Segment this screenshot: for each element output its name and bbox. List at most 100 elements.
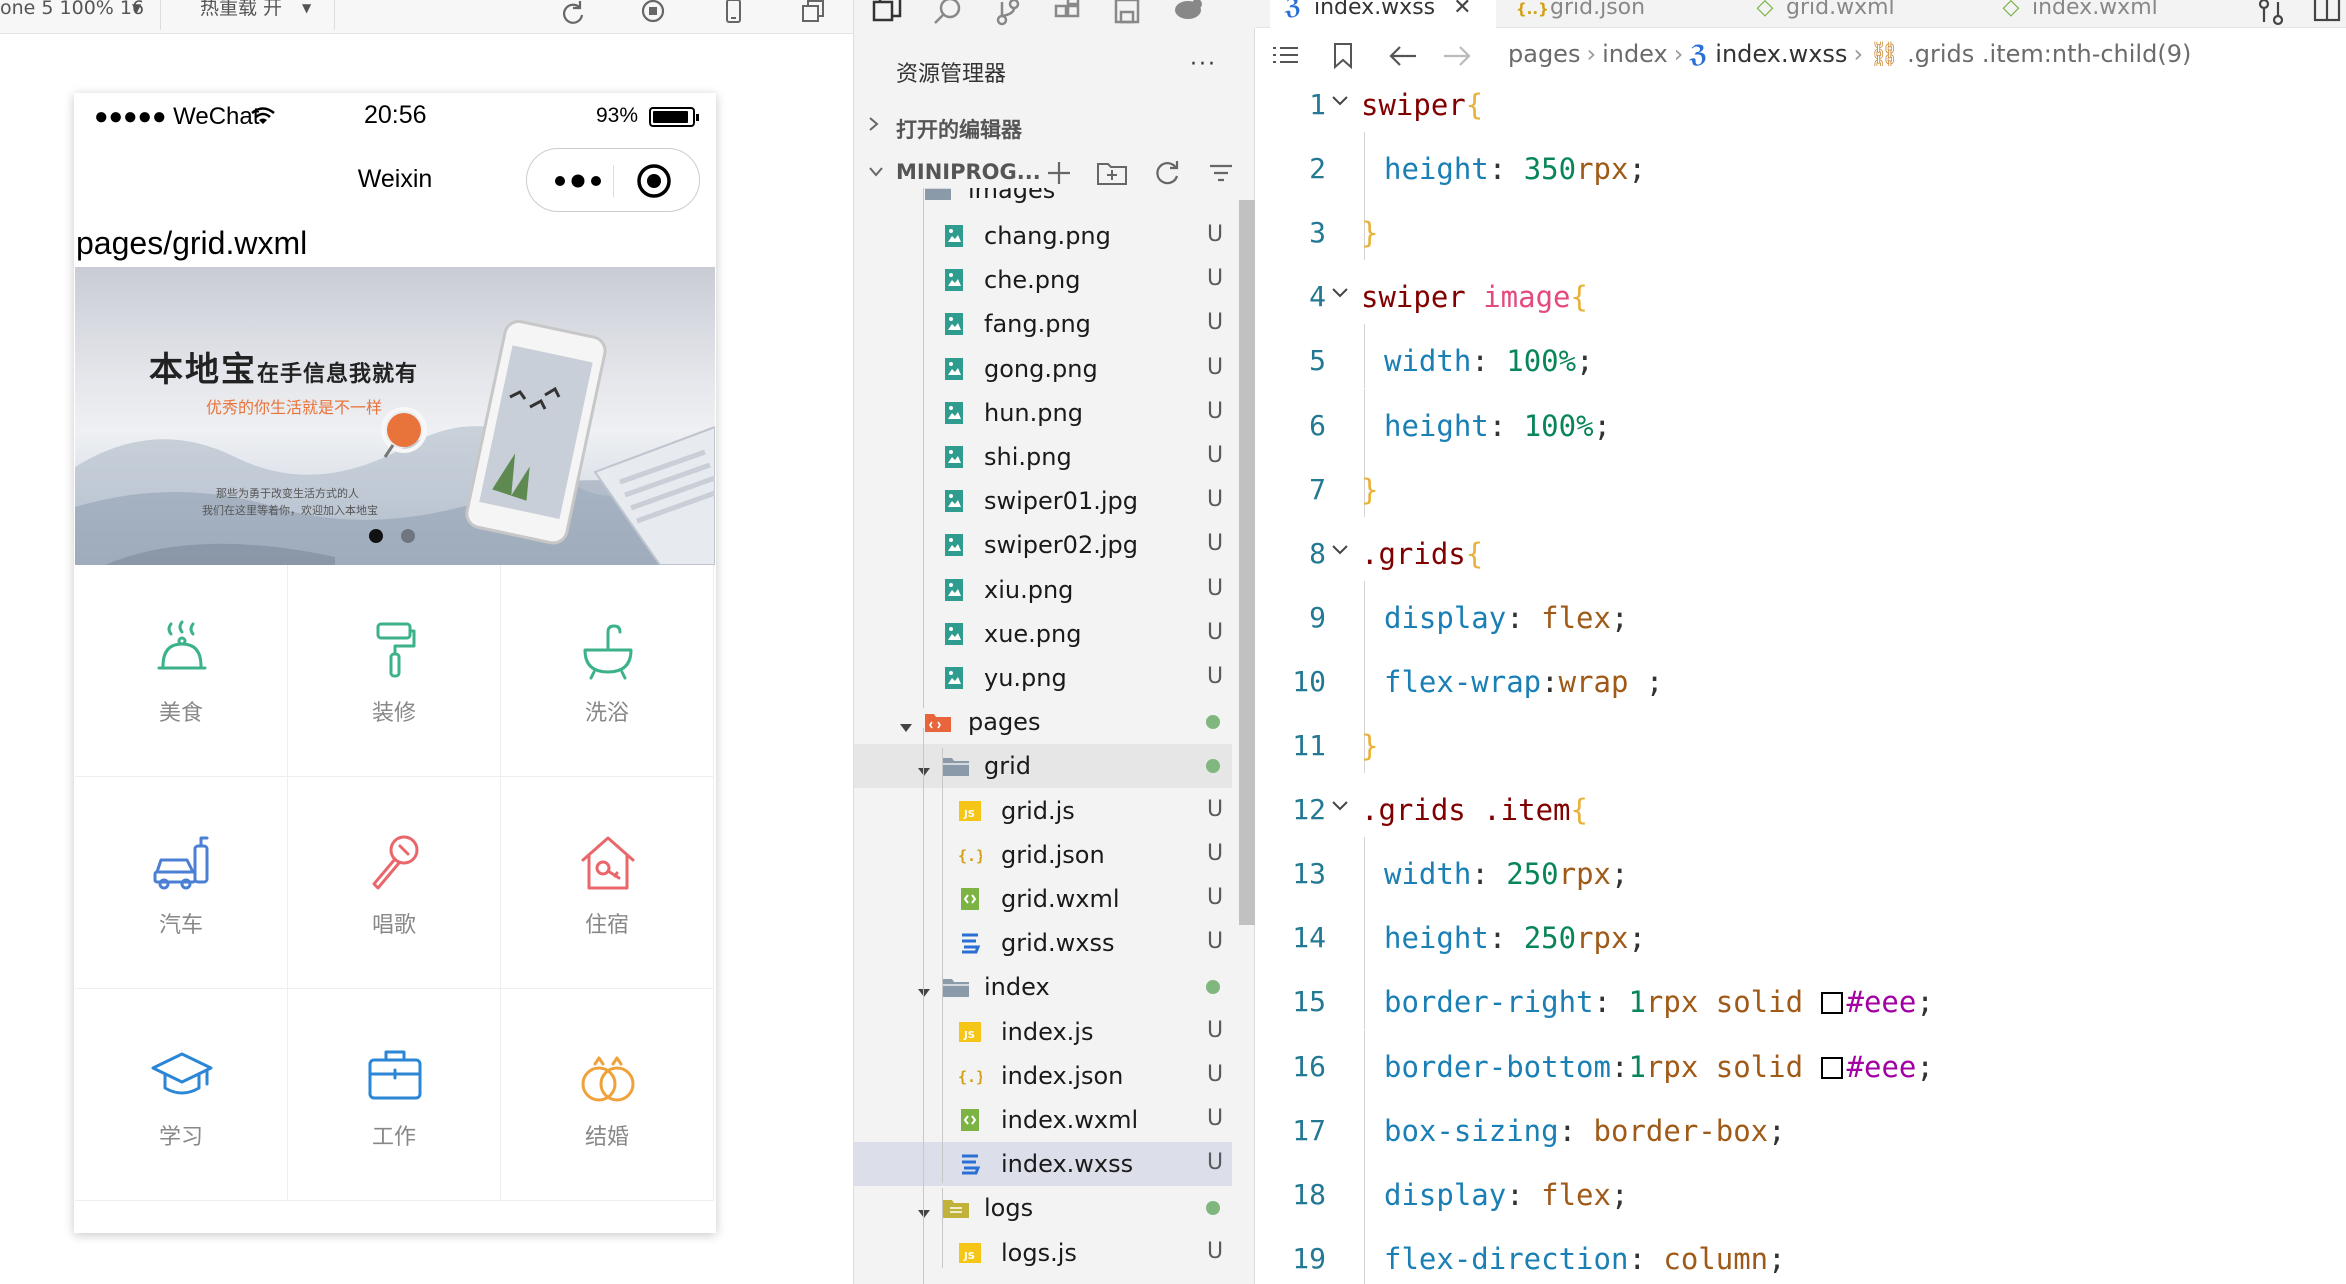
open-editors-section[interactable]: 打开的编辑器	[854, 106, 1256, 146]
split-editor-icon[interactable]	[2312, 0, 2342, 26]
breadcrumb-item[interactable]: .grids .item:nth-child(9)	[1907, 40, 2191, 68]
device-selector[interactable]: one 5 100% 16	[0, 0, 144, 18]
tree-file-grid-wxss[interactable]: grid.wxss U	[854, 921, 1232, 965]
grid-item[interactable]: 学习	[75, 989, 288, 1201]
swiper-dot[interactable]	[401, 529, 415, 543]
breadcrumb-item[interactable]: index	[1602, 40, 1668, 68]
code-line[interactable]: 16 border-bottom:1rpx solid #eee;	[1256, 1029, 2346, 1114]
tree-folder-index[interactable]: index	[854, 965, 1232, 1009]
copy-window-icon[interactable]	[796, 0, 830, 26]
code-line[interactable]: 15 border-right: 1rpx solid #eee;	[1256, 965, 2346, 1049]
fold-chevron-icon[interactable]	[1330, 789, 1350, 811]
new-folder-icon[interactable]	[1096, 158, 1128, 188]
close-tab-icon[interactable]: ✕	[1453, 0, 1471, 20]
more-dots-icon[interactable]	[553, 167, 603, 195]
tree-file-swiper02-jpg[interactable]: swiper02.jpg U	[854, 523, 1232, 567]
code-line[interactable]: 18 display: flex;	[1256, 1157, 2346, 1242]
color-swatch[interactable]	[1820, 992, 1843, 1015]
tab-index-wxml[interactable]: ◇ index.wxml	[1988, 0, 2224, 28]
tree-file-xue-png[interactable]: xue.png U	[854, 612, 1232, 656]
compare-icon[interactable]	[2256, 0, 2286, 26]
fold-chevron-icon[interactable]	[1330, 276, 1350, 298]
tab-grid-json[interactable]: {..}grid.json	[1506, 0, 1732, 28]
tree-file-swiper01-jpg[interactable]: swiper01.jpg U	[854, 479, 1232, 523]
search-icon[interactable]	[930, 0, 966, 26]
tree-file-chang-png[interactable]: chang.png U	[854, 214, 1232, 258]
tree-folder-logs[interactable]: logs	[854, 1186, 1232, 1230]
tree-file-xiu-png[interactable]: xiu.png U	[854, 568, 1232, 612]
color-swatch[interactable]	[1820, 1056, 1843, 1079]
project-section[interactable]: MINIPROG...	[854, 152, 1256, 192]
extensions-icon[interactable]	[1050, 0, 1086, 26]
code-line[interactable]: 1 swiper{	[1256, 88, 2346, 152]
tree-folder-images[interactable]: images	[854, 188, 1232, 212]
explorer-scrollbar[interactable]	[1239, 200, 1255, 925]
code-line[interactable]: 10 flex-wrap:wrap ;	[1256, 644, 2346, 729]
tree-file-index-json[interactable]: {.} index.json U	[854, 1054, 1232, 1098]
code-line[interactable]: 5 width: 100%;	[1256, 324, 2346, 408]
tree-file-shi-png[interactable]: shi.png U	[854, 435, 1232, 479]
tree-file-grid-js[interactable]: JS grid.js U	[854, 789, 1232, 833]
swiper-banner[interactable]: 本地宝在手信息我就有 优秀的你生活就是不一样 那些为勇于改变生活方式的人 我们在…	[75, 267, 715, 565]
tree-file-index-js[interactable]: JS index.js U	[854, 1010, 1232, 1054]
tree-file-yu-png[interactable]: yu.png U	[854, 656, 1232, 700]
close-mini-program-icon[interactable]	[635, 162, 673, 200]
tree-file-che-png[interactable]: che.png U	[854, 258, 1232, 302]
debug-cloud-icon[interactable]	[1170, 0, 1206, 26]
code-line[interactable]: 13 width: 250rpx;	[1256, 837, 2346, 921]
source-control-icon[interactable]	[990, 0, 1026, 26]
forward-arrow-icon[interactable]	[1442, 44, 1472, 68]
tree-file-index-wxss[interactable]: index.wxss U	[854, 1142, 1232, 1187]
grid-item[interactable]: 工作	[288, 989, 501, 1201]
code-line[interactable]: 11}	[1256, 709, 2346, 793]
tree-file-gong-png[interactable]: gong.png U	[854, 347, 1232, 391]
tree-file-index-wxml[interactable]: index.wxml U	[854, 1098, 1232, 1142]
chevron-down-icon[interactable]	[898, 714, 914, 733]
tab-grid-wxml[interactable]: ◇ grid.wxml	[1742, 0, 1978, 28]
hot-reload-selector[interactable]: 热重载 开	[200, 0, 282, 18]
code-line[interactable]: 14 height: 250rpx;	[1256, 901, 2346, 985]
grid-item[interactable]: 结婚	[501, 989, 714, 1201]
chevron-down-icon[interactable]	[916, 758, 932, 777]
grid-item[interactable]: 洗浴	[501, 565, 714, 777]
code-line[interactable]: 19 flex-direction: column;	[1256, 1221, 2346, 1284]
grid-item[interactable]: 汽车	[75, 777, 288, 989]
tree-file-grid-wxml[interactable]: grid.wxml U	[854, 877, 1232, 921]
refresh-icon[interactable]	[556, 0, 590, 26]
tree-folder-pages[interactable]: pages	[854, 700, 1232, 744]
explorer-files-icon[interactable]	[870, 0, 906, 26]
code-line[interactable]: 7}	[1256, 452, 2346, 537]
breadcrumb-item[interactable]: index.wxss	[1715, 40, 1847, 68]
list-icon[interactable]	[1270, 44, 1300, 70]
tree-file-grid-json[interactable]: {.} grid.json U	[854, 833, 1232, 877]
stop-icon[interactable]	[636, 0, 670, 26]
code-line[interactable]: 12 .grids .item{	[1256, 793, 2346, 857]
grid-item[interactable]: 美食	[75, 565, 288, 777]
grid-item[interactable]: 装修	[288, 565, 501, 777]
fold-chevron-icon[interactable]	[1330, 533, 1350, 555]
fold-chevron-icon[interactable]	[1330, 84, 1350, 106]
code-line[interactable]: 2 height: 350rpx;	[1256, 132, 2346, 216]
grid-item[interactable]: 住宿	[501, 777, 714, 989]
save-icon[interactable]	[1110, 0, 1146, 26]
tree-file-logs-js[interactable]: JS logs.js U	[854, 1231, 1232, 1275]
tree-file-fang-png[interactable]: fang.png U	[854, 302, 1232, 346]
code-line[interactable]: 4 swiper image{	[1256, 280, 2346, 344]
code-line[interactable]: 6 height: 100%;	[1256, 388, 2346, 473]
bookmark-icon[interactable]	[1332, 42, 1354, 70]
tab-index-wxss[interactable]: ℨindex.wxss ✕	[1270, 0, 1496, 28]
back-arrow-icon[interactable]	[1388, 44, 1418, 68]
breadcrumb-item[interactable]: pages	[1508, 40, 1580, 68]
tree-file-hun-png[interactable]: hun.png U	[854, 391, 1232, 435]
explorer-more-button[interactable]: ···	[1190, 52, 1217, 77]
code-line[interactable]: 17 box-sizing: border-box;	[1256, 1093, 2346, 1178]
code-line[interactable]: 3}	[1256, 196, 2346, 280]
swiper-dot[interactable]	[369, 529, 383, 543]
code-line[interactable]: 9 display: flex;	[1256, 580, 2346, 665]
chevron-down-icon[interactable]	[916, 979, 932, 998]
refresh-explorer-icon[interactable]	[1152, 158, 1182, 188]
grid-item[interactable]: 唱歌	[288, 777, 501, 989]
code-line[interactable]: 8 .grids{	[1256, 537, 2346, 601]
new-file-icon[interactable]	[1044, 158, 1074, 188]
tree-folder-grid[interactable]: grid	[854, 744, 1232, 789]
